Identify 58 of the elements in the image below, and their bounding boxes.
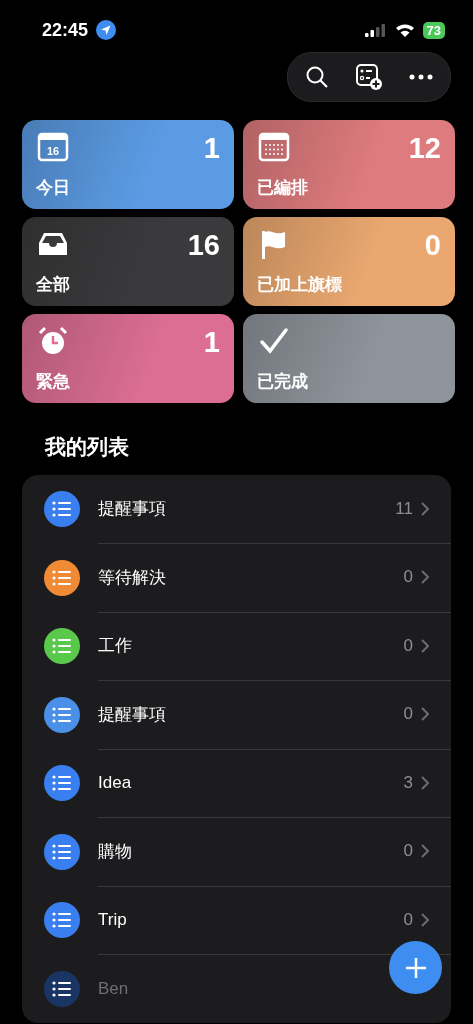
chevron-icon	[421, 844, 429, 859]
card-label: 已編排	[257, 177, 309, 199]
list-name[interactable]: 等待解決	[98, 565, 166, 589]
add-list-icon	[355, 63, 383, 91]
list-name[interactable]: 購物	[98, 839, 132, 863]
count: 1	[203, 328, 220, 360]
chevron-icon	[421, 570, 429, 585]
calendar-icon	[257, 130, 291, 164]
item-count: 3	[403, 772, 413, 793]
card-label: 已完成	[257, 371, 309, 393]
count: 16	[187, 231, 220, 263]
wifi-icon	[394, 23, 415, 37]
list-name[interactable]: Idea	[98, 772, 132, 793]
chevron-icon	[421, 638, 429, 653]
signal-icon	[364, 23, 387, 37]
list-icon	[52, 980, 72, 997]
item-count: 0	[403, 909, 413, 930]
card-label: 全部	[36, 274, 71, 296]
count: 0	[424, 231, 441, 263]
smart-list-card[interactable]: 16 全部	[22, 217, 234, 306]
smart-list-card[interactable]: 1 緊急	[22, 314, 234, 403]
card-label: 今日	[36, 177, 71, 199]
smart-list-card[interactable]: 12 已編排	[243, 120, 455, 209]
chevron-icon	[421, 501, 429, 516]
item-count: 0	[403, 635, 413, 656]
status-time: 22:45	[42, 19, 89, 41]
location-icon	[96, 20, 117, 40]
list-name[interactable]: 提醒事項	[98, 497, 166, 521]
count: 1	[203, 134, 220, 166]
chevron-icon	[421, 707, 429, 722]
search-icon	[305, 65, 329, 89]
smart-list-card[interactable]: 已完成	[243, 314, 455, 403]
list-icon	[52, 843, 72, 860]
item-count: 0	[403, 704, 413, 725]
section-title: 我的列表	[43, 434, 130, 460]
item-count: 0	[403, 841, 413, 862]
smart-list-card[interactable]: 16 1 今日	[22, 120, 234, 209]
add-list-button[interactable]	[354, 62, 384, 92]
list-icon	[52, 638, 72, 655]
list-icon	[52, 775, 72, 792]
list-name[interactable]: 工作	[98, 634, 132, 658]
list-name[interactable]: 提醒事項	[98, 702, 166, 726]
more-icon	[409, 74, 433, 80]
list-name[interactable]: Trip	[98, 909, 127, 930]
chevron-icon	[421, 775, 429, 790]
item-count: 11	[395, 498, 413, 519]
list-icon	[52, 569, 72, 586]
battery-level: 73	[422, 21, 445, 39]
list-icon	[52, 912, 72, 929]
list-icon	[52, 501, 72, 518]
chevron-icon	[421, 912, 429, 927]
count: 12	[408, 134, 441, 166]
list-icon	[52, 706, 72, 723]
card-label: 已加上旗標	[257, 274, 343, 296]
card-label: 緊急	[36, 371, 71, 393]
item-count: 0	[403, 567, 413, 588]
plus-icon	[404, 956, 427, 979]
calendar-icon: 16	[36, 130, 70, 164]
